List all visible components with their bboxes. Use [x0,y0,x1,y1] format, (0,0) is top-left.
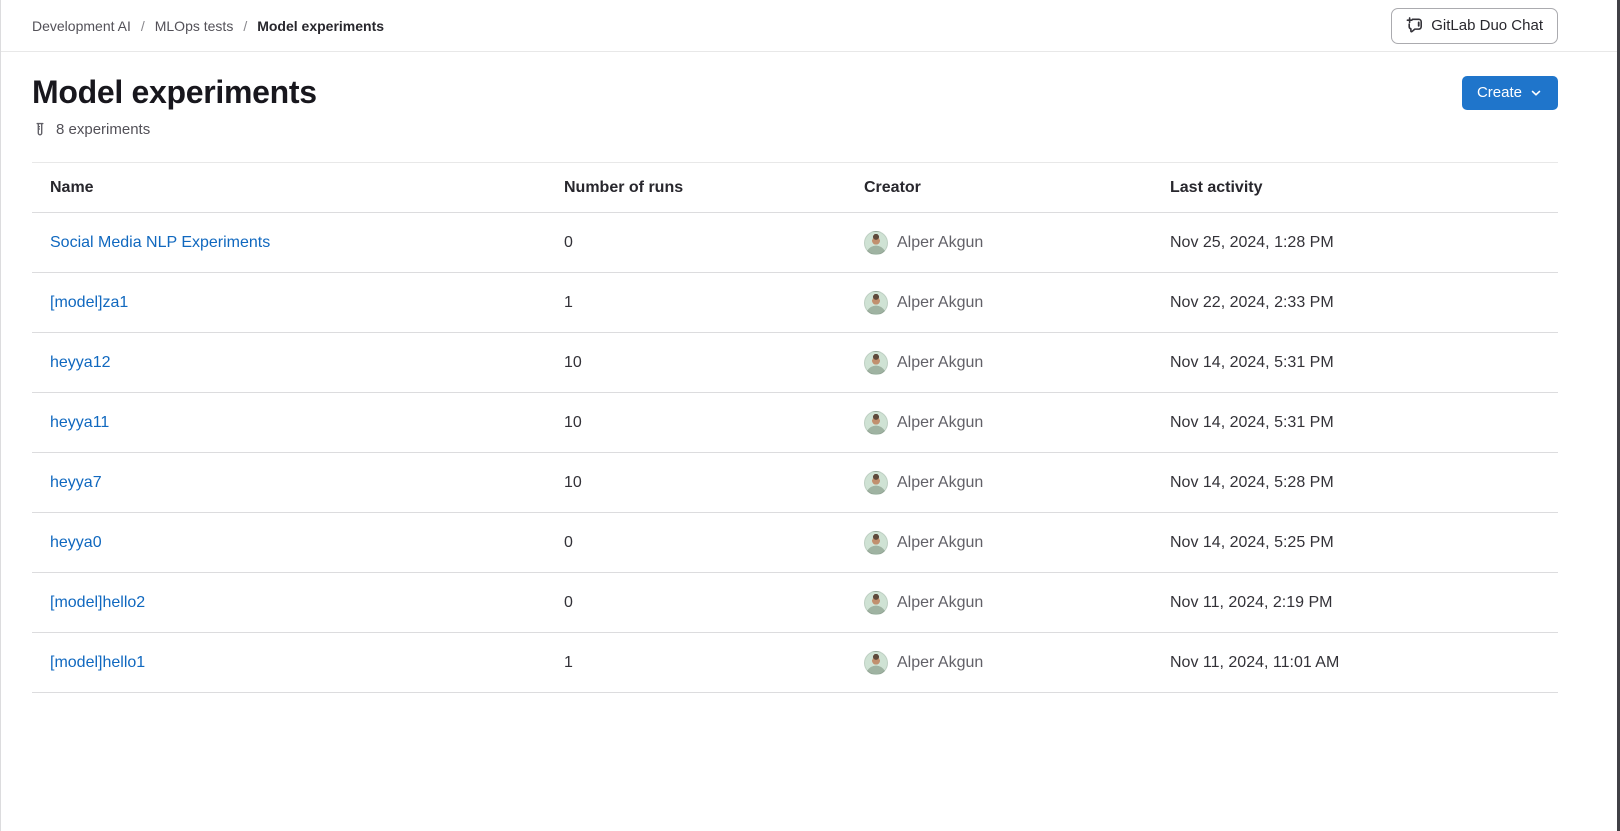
creator-name: Alper Akgun [897,234,983,252]
experiment-name-link[interactable]: [model]za1 [50,294,128,311]
last-activity-timestamp: Nov 11, 2024, 2:19 PM [1170,594,1332,611]
topbar: Development AI / MLOps tests / Model exp… [0,0,1620,52]
column-header-name: Name [32,163,548,213]
experiment-name-link[interactable]: heyya7 [50,474,102,491]
table-row: [model]za1 1 Alper Akgun Nov 22, 2024, 2… [32,273,1558,333]
create-button[interactable]: Create [1462,76,1558,110]
creator-name: Alper Akgun [897,414,983,432]
chevron-down-icon [1529,86,1543,100]
table-row: heyya7 10 Alper Akgun Nov 14, 2024, 5:28… [32,453,1558,513]
column-header-creator: Creator [848,163,1154,213]
experiment-run-count: 1 [564,294,573,311]
avatar [864,231,888,255]
experiments-table: Name Number of runs Creator Last activit… [32,162,1558,693]
creator-name: Alper Akgun [897,654,983,672]
test-tube-icon [32,122,48,138]
last-activity-timestamp: Nov 14, 2024, 5:28 PM [1170,474,1334,491]
table-row: heyya0 0 Alper Akgun Nov 14, 2024, 5:25 … [32,513,1558,573]
last-activity-timestamp: Nov 14, 2024, 5:31 PM [1170,354,1334,371]
experiment-name-link[interactable]: heyya0 [50,534,102,551]
breadcrumb-current-page: Model experiments [257,18,384,34]
column-header-number-of-runs: Number of runs [548,163,848,213]
table-row: [model]hello1 1 Alper Akgun Nov 11, 2024… [32,633,1558,693]
avatar [864,531,888,555]
experiment-name-link[interactable]: [model]hello2 [50,594,145,611]
page-title: Model experiments [32,74,317,111]
breadcrumb: Development AI / MLOps tests / Model exp… [32,18,384,34]
table-row: Social Media NLP Experiments 0 Alper Akg… [32,213,1558,273]
creator-name: Alper Akgun [897,294,983,312]
experiment-run-count: 10 [564,474,582,491]
last-activity-timestamp: Nov 14, 2024, 5:25 PM [1170,534,1334,551]
experiment-name-link[interactable]: [model]hello1 [50,654,145,671]
experiment-run-count: 0 [564,534,573,551]
experiments-count: 8 experiments [32,121,1558,138]
content-left-divider [0,0,1,831]
avatar [864,411,888,435]
last-activity-timestamp: Nov 14, 2024, 5:31 PM [1170,414,1334,431]
experiment-run-count: 10 [564,354,582,371]
experiment-name-link[interactable]: Social Media NLP Experiments [50,234,270,251]
table-header-row: Name Number of runs Creator Last activit… [32,163,1558,213]
breadcrumb-separator: / [141,18,145,34]
table-row: heyya12 10 Alper Akgun Nov 14, 2024, 5:3… [32,333,1558,393]
table-row: [model]hello2 0 Alper Akgun Nov 11, 2024… [32,573,1558,633]
experiments-count-label: 8 experiments [56,121,150,138]
experiment-run-count: 10 [564,414,582,431]
creator-name: Alper Akgun [897,594,983,612]
table-row: heyya11 10 Alper Akgun Nov 14, 2024, 5:3… [32,393,1558,453]
column-header-last-activity: Last activity [1154,163,1558,213]
experiment-run-count: 0 [564,234,573,251]
avatar [864,591,888,615]
experiments-table-body: Social Media NLP Experiments 0 Alper Akg… [32,213,1558,693]
creator-name: Alper Akgun [897,534,983,552]
duo-chat-icon [1406,17,1423,34]
last-activity-timestamp: Nov 11, 2024, 11:01 AM [1170,654,1339,671]
experiment-run-count: 1 [564,654,573,671]
last-activity-timestamp: Nov 22, 2024, 2:33 PM [1170,294,1334,311]
experiment-run-count: 0 [564,594,573,611]
gitlab-duo-chat-button[interactable]: GitLab Duo Chat [1391,8,1558,44]
last-activity-timestamp: Nov 25, 2024, 1:28 PM [1170,234,1334,251]
breadcrumb-group[interactable]: Development AI [32,18,131,34]
creator-name: Alper Akgun [897,474,983,492]
main-content: Model experiments Create 8 experiments N… [0,74,1620,693]
avatar [864,651,888,675]
breadcrumb-separator: / [243,18,247,34]
experiment-name-link[interactable]: heyya12 [50,354,111,371]
avatar [864,351,888,375]
creator-name: Alper Akgun [897,354,983,372]
experiment-name-link[interactable]: heyya11 [50,414,109,431]
avatar [864,471,888,495]
create-button-label: Create [1477,84,1522,101]
duo-chat-label: GitLab Duo Chat [1431,17,1543,34]
avatar [864,291,888,315]
breadcrumb-project[interactable]: MLOps tests [155,18,234,34]
